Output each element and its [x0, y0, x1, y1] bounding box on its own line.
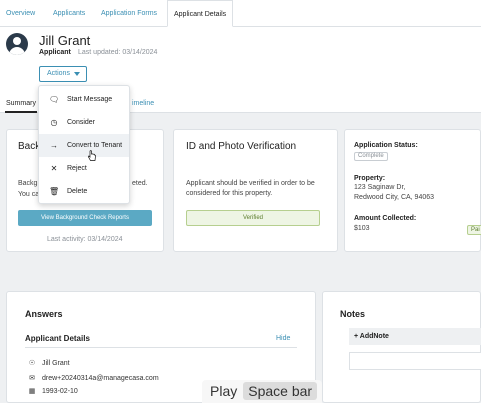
top-tab-bar: Overview Applicants Application Forms Ap… — [0, 0, 481, 27]
background-check-text-1: Backgr — [18, 180, 40, 187]
status-badge: Complete — [354, 152, 388, 161]
tab-timeline[interactable]: imeline — [132, 97, 154, 113]
tab-applicant-details[interactable]: Applicant Details — [167, 0, 234, 27]
menu-item-start-message[interactable]: 🗨 Start Message — [39, 88, 129, 111]
keyboard-caption: Play Space bar — [202, 380, 323, 403]
chevron-down-icon — [74, 72, 80, 76]
answers-title: Answers — [25, 309, 63, 319]
hide-link[interactable]: Hide — [276, 335, 290, 342]
applicant-name: Jill Grant — [39, 33, 91, 48]
menu-item-label: Delete — [67, 188, 88, 195]
application-status-card: Application Status: Complete Property: 1… — [344, 129, 481, 252]
add-note-button[interactable]: + AddNote — [349, 328, 481, 345]
mail-icon: ✉ — [29, 375, 35, 382]
divider — [25, 347, 297, 348]
actions-menu: 🗨 Start Message ◷ Consider → Convert to … — [38, 85, 130, 204]
person-icon: ☉ — [28, 360, 36, 367]
notes-title: Notes — [340, 309, 366, 319]
menu-item-label: Reject — [67, 165, 87, 172]
menu-item-delete[interactable]: 🗑 Delete — [39, 180, 129, 203]
property-address-line-1: 123 Saginaw Dr, — [354, 184, 406, 191]
arrow-right-icon: → — [50, 141, 58, 150]
menu-item-reject[interactable]: ✕ Reject — [39, 157, 129, 180]
paid-badge: Pai — [467, 225, 481, 235]
tab-summary[interactable]: Summary — [5, 97, 37, 113]
calendar-icon: ▦ — [28, 388, 36, 395]
clock-icon: ◷ — [50, 118, 58, 127]
tab-overview[interactable]: Overview — [0, 0, 41, 27]
caption-key: Space bar — [243, 382, 318, 400]
tab-application-forms[interactable]: Application Forms — [95, 0, 163, 27]
background-check-text-1-end: eted. — [132, 180, 148, 187]
hand-cursor-icon — [87, 150, 96, 161]
id-verification-text: Applicant should be verified in order to… — [186, 180, 315, 197]
actions-dropdown-button[interactable]: Actions — [39, 66, 87, 82]
x-icon: ✕ — [50, 164, 58, 173]
menu-item-convert-to-tenant[interactable]: → Convert to Tenant — [39, 134, 129, 157]
id-verification-card: ID and Photo Verification Applicant shou… — [173, 129, 338, 252]
trash-icon: 🗑 — [49, 187, 60, 196]
actions-label: Actions — [47, 70, 70, 77]
notes-panel: Notes + AddNote — [322, 291, 481, 403]
detail-email: drew+20240314a@managecasa.com — [42, 375, 159, 382]
amount-collected-value: $103 — [354, 225, 370, 232]
id-verification-title: ID and Photo Verification — [186, 141, 297, 152]
note-input[interactable] — [349, 352, 481, 370]
amount-collected-label: Amount Collected: — [354, 215, 417, 222]
applicant-role: Applicant — [39, 49, 71, 56]
detail-dob: 1993-02-10 — [42, 388, 78, 395]
background-check-title: Back — [18, 141, 41, 152]
message-icon: 🗨 — [49, 95, 60, 104]
background-check-text-2: You ca — [18, 191, 40, 198]
property-address-line-2: Redwood City, CA, 94063 — [354, 194, 435, 201]
application-status-label: Application Status: — [354, 142, 418, 149]
last-activity: Last activity: 03/14/2024 — [47, 236, 123, 243]
verified-button[interactable]: Verified — [186, 210, 320, 226]
menu-item-label: Consider — [67, 119, 96, 126]
menu-item-label: Start Message — [67, 96, 113, 103]
detail-name: Jill Grant — [42, 360, 70, 367]
menu-item-consider[interactable]: ◷ Consider — [39, 111, 129, 134]
avatar — [6, 33, 28, 55]
applicant-details-title: Applicant Details — [25, 334, 90, 343]
view-background-check-button[interactable]: View Background Check Reports — [18, 210, 152, 226]
last-updated: Last updated: 03/14/2024 — [78, 49, 158, 56]
caption-play: Play — [210, 383, 238, 399]
tab-applicants[interactable]: Applicants — [47, 0, 91, 27]
